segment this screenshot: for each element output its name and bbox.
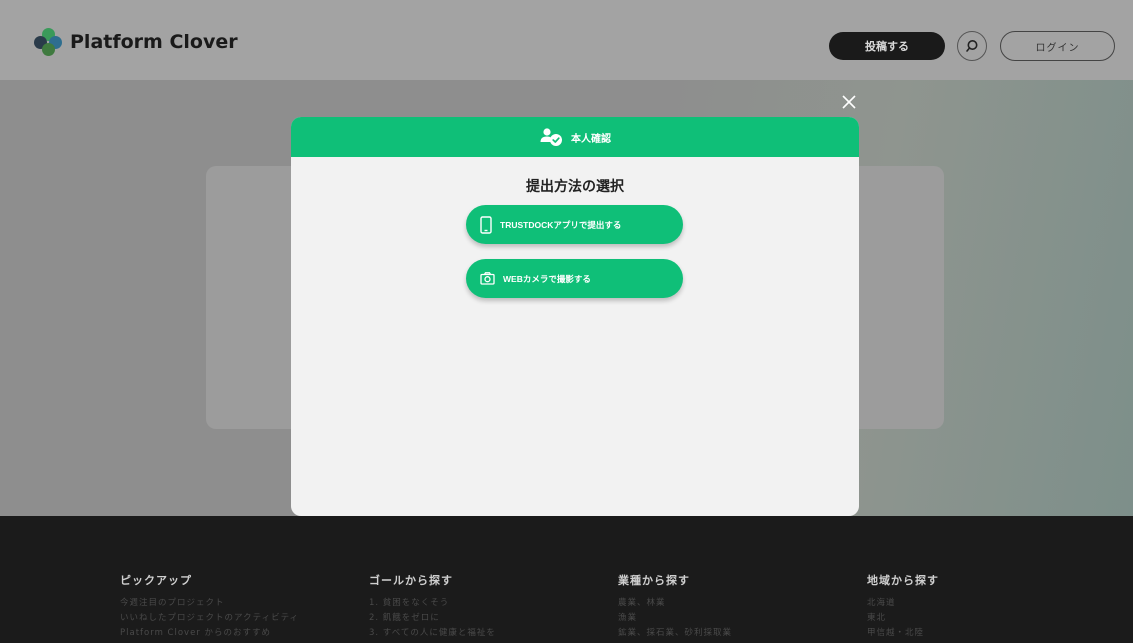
logo-text: Platform Clover [70,31,238,53]
footer-link[interactable]: 甲信越・北陸 [867,626,939,641]
logo[interactable]: Platform Clover [34,28,238,56]
camera-icon [480,272,495,285]
modal-title: 提出方法の選択 [526,179,624,195]
footer-link[interactable]: 東北 [867,611,939,626]
login-button[interactable]: ログイン [1000,31,1115,61]
footer-column-goals: ゴールから探す 1. 貧困をなくそう 2. 飢餓をゼロに 3. すべての人に健康… [369,572,496,641]
footer-link[interactable]: 鉱業、採石業、砂利採取業 [618,626,732,641]
footer-column-regions: 地域から探す 北海道 東北 甲信越・北陸 [867,572,939,641]
footer-column-pickup: ピックアップ 今週注目のプロジェクト いいねしたプロジェクトのアクティビティ P… [120,572,299,641]
footer-link[interactable]: 漁業 [618,611,732,626]
footer-heading: ピックアップ [120,574,192,587]
footer-link[interactable]: 今週注目のプロジェクト [120,596,299,611]
modal-header: 本人確認 [291,117,859,157]
close-icon [842,95,856,109]
modal-header-title: 本人確認 [571,133,611,145]
footer-heading: ゴールから探す [369,574,453,587]
clover-logo-icon [34,28,62,56]
footer-heading: 地域から探す [867,574,939,587]
footer-link[interactable]: Platform Clover からのおすすめ [120,626,299,641]
footer-link[interactable]: いいねしたプロジェクトのアクティビティ [120,611,299,626]
footer-heading: 業種から探す [618,574,690,587]
footer-link[interactable]: 1. 貧困をなくそう [369,596,496,611]
footer-column-industries: 業種から探す 農業、林業 漁業 鉱業、採石業、砂利採取業 [618,572,732,641]
web-camera-label: WEBカメラで撮影する [503,273,591,284]
trustdock-app-button[interactable]: TRUSTDOCKアプリで提出する [466,205,683,244]
smartphone-icon [480,215,492,234]
modal-close-button[interactable] [838,91,860,113]
footer-link[interactable]: 農業、林業 [618,596,732,611]
user-verified-icon [540,128,562,146]
search-button[interactable] [957,31,987,61]
trustdock-app-label: TRUSTDOCKアプリで提出する [500,219,622,230]
site-header: Platform Clover 投稿する ログイン [0,0,1133,80]
identity-verification-modal: 本人確認 提出方法の選択 TRUSTDOCKアプリで提出する WEBカメラで撮影… [291,117,859,516]
search-icon [966,40,978,52]
footer-link[interactable]: 2. 飢餓をゼロに [369,611,496,626]
web-camera-button[interactable]: WEBカメラで撮影する [466,259,683,298]
footer-link[interactable]: 北海道 [867,596,939,611]
footer-link[interactable]: 3. すべての人に健康と福祉を [369,626,496,641]
post-button[interactable]: 投稿する [829,32,945,60]
